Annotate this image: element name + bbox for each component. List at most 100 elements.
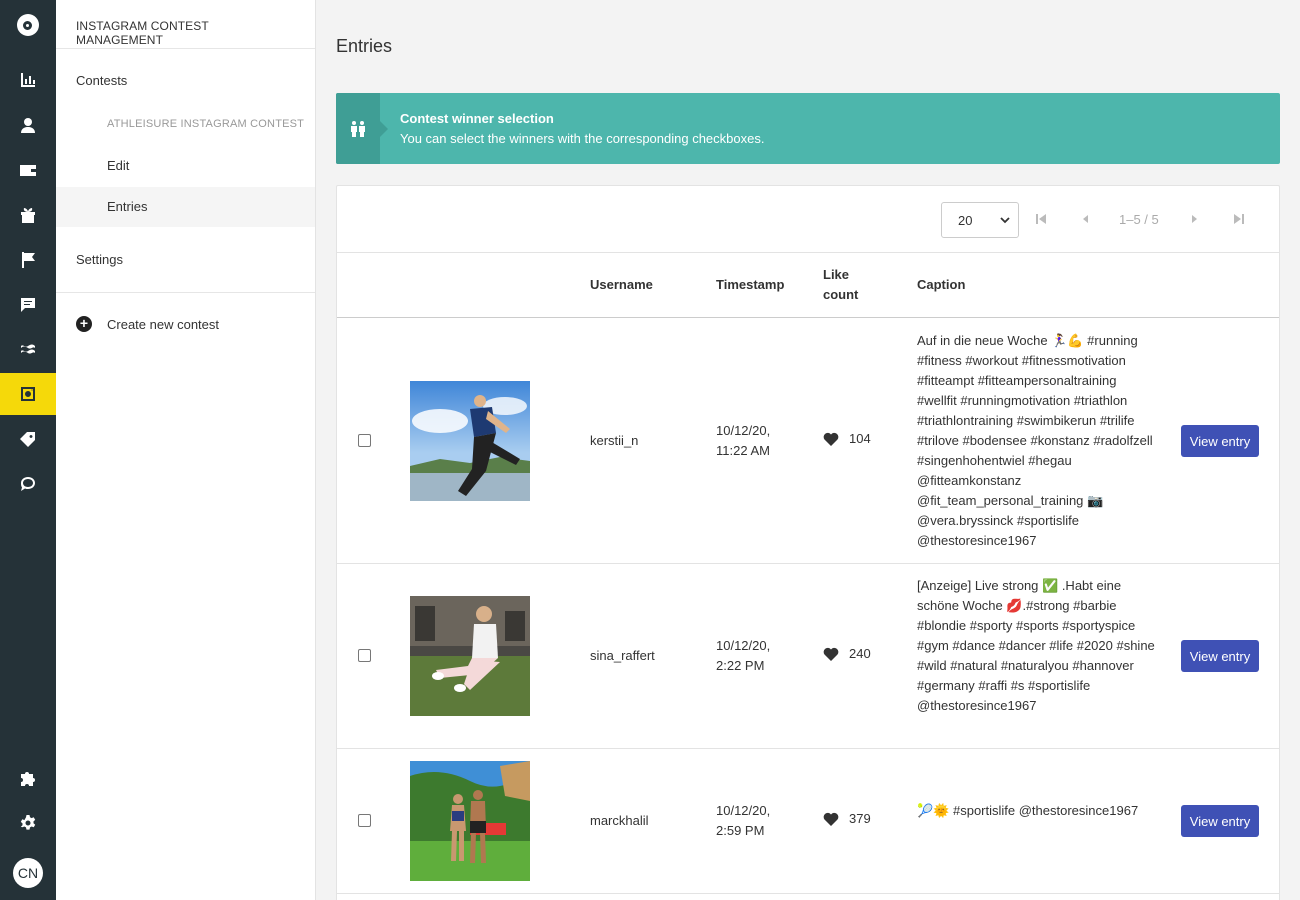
user-avatar[interactable]: CN: [13, 858, 43, 888]
col-like-count-line1: Like: [823, 267, 850, 282]
rail-dashboard[interactable]: [0, 59, 56, 101]
page-title: Entries: [336, 36, 393, 56]
chat-icon: [21, 298, 35, 312]
rail-wallet[interactable]: [0, 149, 56, 191]
first-page-button[interactable]: [1035, 212, 1047, 226]
winner-checkbox[interactable]: [358, 814, 371, 827]
entry-username: sina_raffert: [590, 648, 655, 663]
view-entry-button[interactable]: View entry: [1181, 640, 1259, 672]
section-title: INSTAGRAM CONTEST MANAGEMENT: [56, 0, 315, 49]
col-caption[interactable]: Caption: [917, 275, 965, 295]
rail-support[interactable]: [0, 463, 56, 505]
col-timestamp[interactable]: Timestamp: [716, 275, 784, 295]
nav-contest-name: ATHLEISURE INSTAGRAM CONTEST: [107, 118, 305, 130]
nav-settings[interactable]: Settings: [56, 252, 315, 267]
create-contest-button[interactable]: + Create new contest: [56, 316, 315, 332]
entry-image: [410, 761, 530, 881]
chart-icon: [21, 73, 35, 87]
create-contest-label: Create new contest: [107, 316, 220, 332]
last-page-button[interactable]: [1233, 212, 1245, 226]
entry-caption: Auf in die neue Woche 🏃‍♀️💪 #running #fi…: [917, 333, 1153, 548]
nav-contests[interactable]: Contests: [56, 73, 315, 88]
winner-checkbox[interactable]: [358, 649, 371, 662]
heart-icon: [823, 647, 839, 661]
entry-date: 10/12/20,: [716, 423, 771, 438]
alert-text: You can select the winners with the corr…: [400, 131, 765, 146]
first-page-icon: [1036, 214, 1046, 224]
rail-messages[interactable]: [0, 284, 56, 326]
page-range: 1–5 / 5: [1119, 212, 1159, 227]
entry-likes: 104: [823, 431, 871, 446]
entry-username: kerstii_n: [590, 433, 639, 448]
divider: [56, 292, 315, 293]
table-row: sina_raffert 10/12/20, 2:22 PM 240 [Anze…: [337, 564, 1279, 749]
entry-image: [410, 381, 530, 501]
entry-timestamp: 10/12/20, 2:59 PM: [716, 801, 770, 841]
col-like-count[interactable]: Like count: [823, 265, 858, 305]
page-size-select[interactable]: 20: [941, 202, 1019, 238]
instagram-icon: [21, 387, 35, 401]
table-header: Username Timestamp Like count Caption: [337, 254, 1279, 318]
table-row: marckhalil 10/12/20, 2:59 PM 379 🎾🌞 #spo…: [337, 749, 1279, 894]
entry-timestamp: 10/12/20, 11:22 AM: [716, 421, 770, 461]
heart-icon: [823, 812, 839, 826]
app-rail: CN: [0, 0, 56, 900]
waves-icon: [21, 344, 35, 354]
pagination-bar: 20 1–5 / 5: [337, 186, 1279, 253]
rail-instagram[interactable]: [0, 373, 56, 415]
entry-caption: [Anzeige] Live strong ✅ .Habt eine schön…: [917, 578, 1155, 713]
prev-page-button[interactable]: [1079, 212, 1091, 226]
heart-icon: [823, 432, 839, 446]
entry-caption: 🎾🌞 #sportislife @thestoresince1967: [917, 803, 1139, 818]
rail-settings[interactable]: [0, 802, 56, 844]
view-entry-button[interactable]: View entry: [1181, 425, 1259, 457]
alert-title: Contest winner selection: [400, 111, 554, 126]
gear-icon: [20, 815, 36, 830]
info-alert: Contest winner selection You can select …: [336, 93, 1280, 164]
entry-likes: 240: [823, 646, 871, 661]
rail-users[interactable]: [0, 104, 56, 146]
winner-checkbox[interactable]: [358, 434, 371, 447]
like-count: 379: [849, 811, 871, 826]
table-row: kerstii_n 10/12/20, 11:22 AM 104 Auf in …: [337, 319, 1279, 564]
entry-date: 10/12/20,: [716, 638, 771, 653]
like-count: 104: [849, 431, 871, 446]
entry-username: marckhalil: [590, 813, 649, 828]
entry-time: 2:59 PM: [716, 823, 765, 838]
puzzle-icon: [21, 772, 35, 786]
app-logo[interactable]: [0, 0, 56, 50]
entries-table-card: 20 1–5 / 5 Username Timestamp Like count…: [336, 185, 1280, 900]
entry-time: 2:22 PM: [716, 658, 765, 673]
page-size-value: 20: [958, 213, 973, 228]
entry-image: [410, 596, 530, 716]
nav-entries[interactable]: Entries: [56, 187, 315, 227]
col-username[interactable]: Username: [590, 275, 653, 295]
col-like-count-line2: count: [823, 287, 859, 302]
entry-timestamp: 10/12/20, 2:22 PM: [716, 636, 770, 676]
logo-icon: [17, 14, 39, 36]
speech-bubbles-icon: [21, 477, 35, 491]
nav-edit[interactable]: Edit: [56, 158, 315, 173]
rail-plugins[interactable]: [0, 757, 56, 799]
like-count: 240: [849, 646, 871, 661]
wallet-icon: [20, 165, 36, 176]
people-icon: [351, 120, 365, 137]
rail-rewards[interactable]: [0, 194, 56, 236]
tag-icon: [20, 432, 35, 447]
user-icon: [21, 118, 35, 133]
gift-icon: [21, 208, 35, 223]
entry-time: 11:22 AM: [716, 443, 770, 458]
entry-date: 10/12/20,: [716, 803, 771, 818]
last-page-icon: [1234, 214, 1244, 224]
secondary-nav: INSTAGRAM CONTEST MANAGEMENT Contests AT…: [56, 0, 316, 900]
chevron-down-icon: [1000, 217, 1010, 224]
chevron-left-icon: [1083, 215, 1088, 223]
view-entry-button[interactable]: View entry: [1181, 805, 1259, 837]
next-page-button[interactable]: [1189, 212, 1201, 226]
rail-activity[interactable]: [0, 329, 56, 371]
flag-icon: [22, 252, 35, 268]
chevron-right-icon: [1192, 215, 1197, 223]
rail-campaigns[interactable]: [0, 239, 56, 281]
alert-icon-box: [336, 93, 388, 164]
rail-tags[interactable]: [0, 418, 56, 460]
